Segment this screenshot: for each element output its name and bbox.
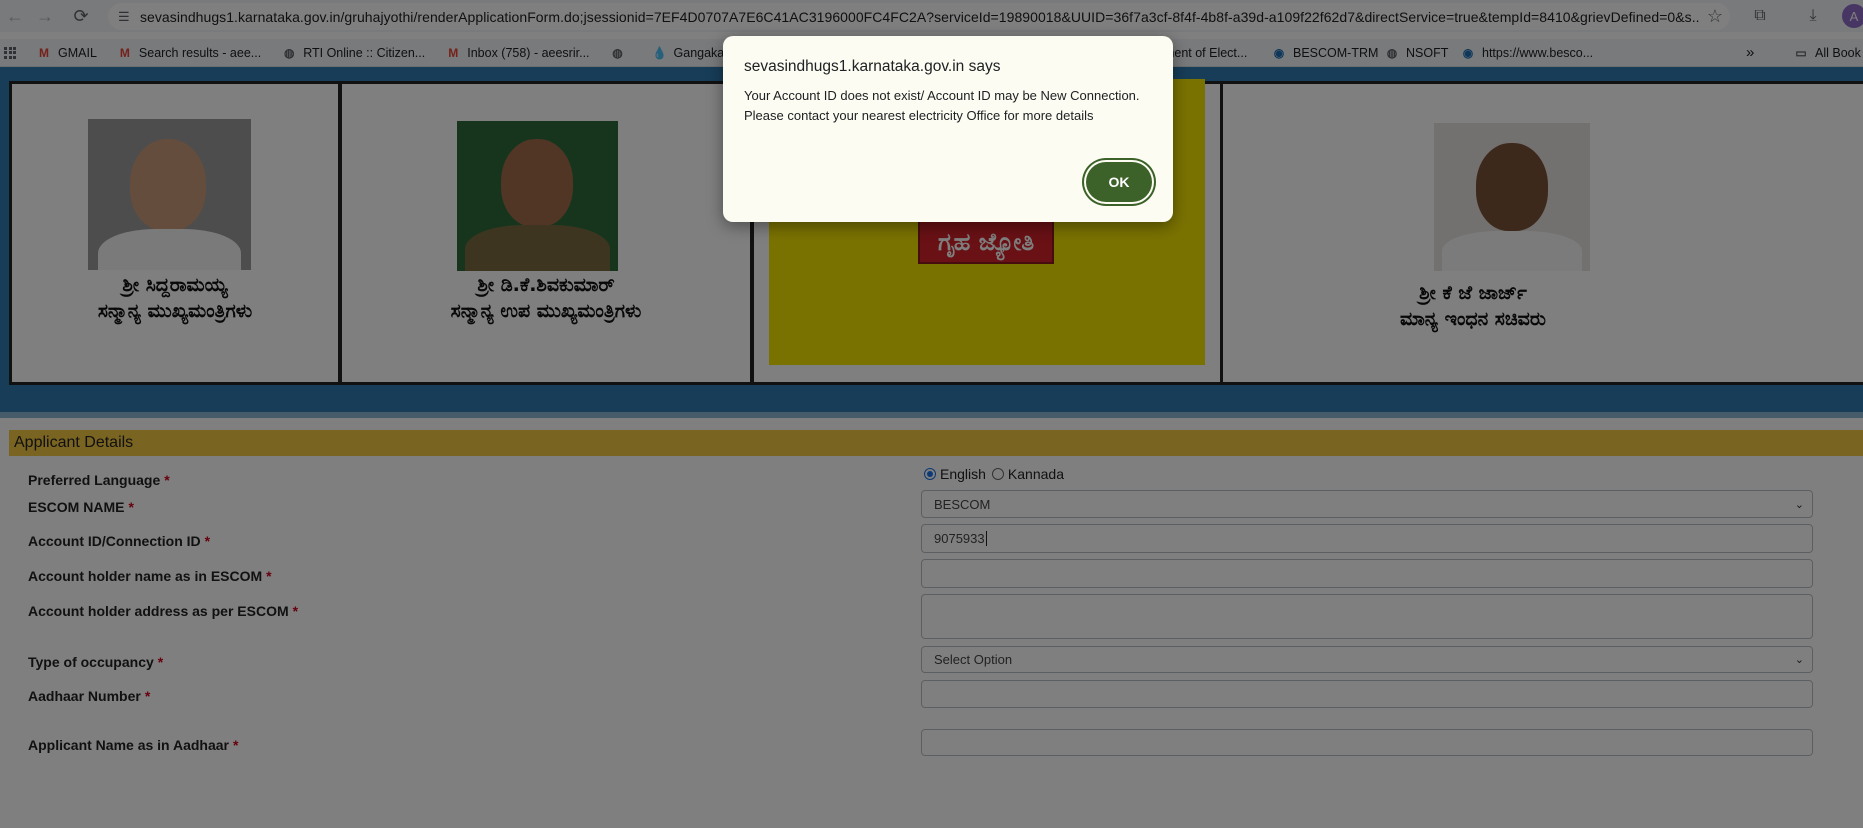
alert-dialog: sevasindhugs1.karnataka.gov.in says Your… — [723, 36, 1173, 222]
ok-button[interactable]: OK — [1086, 162, 1152, 202]
dialog-title: sevasindhugs1.karnataka.gov.in says — [744, 58, 1001, 75]
dialog-message: Your Account ID does not exist/ Account … — [744, 88, 1140, 123]
